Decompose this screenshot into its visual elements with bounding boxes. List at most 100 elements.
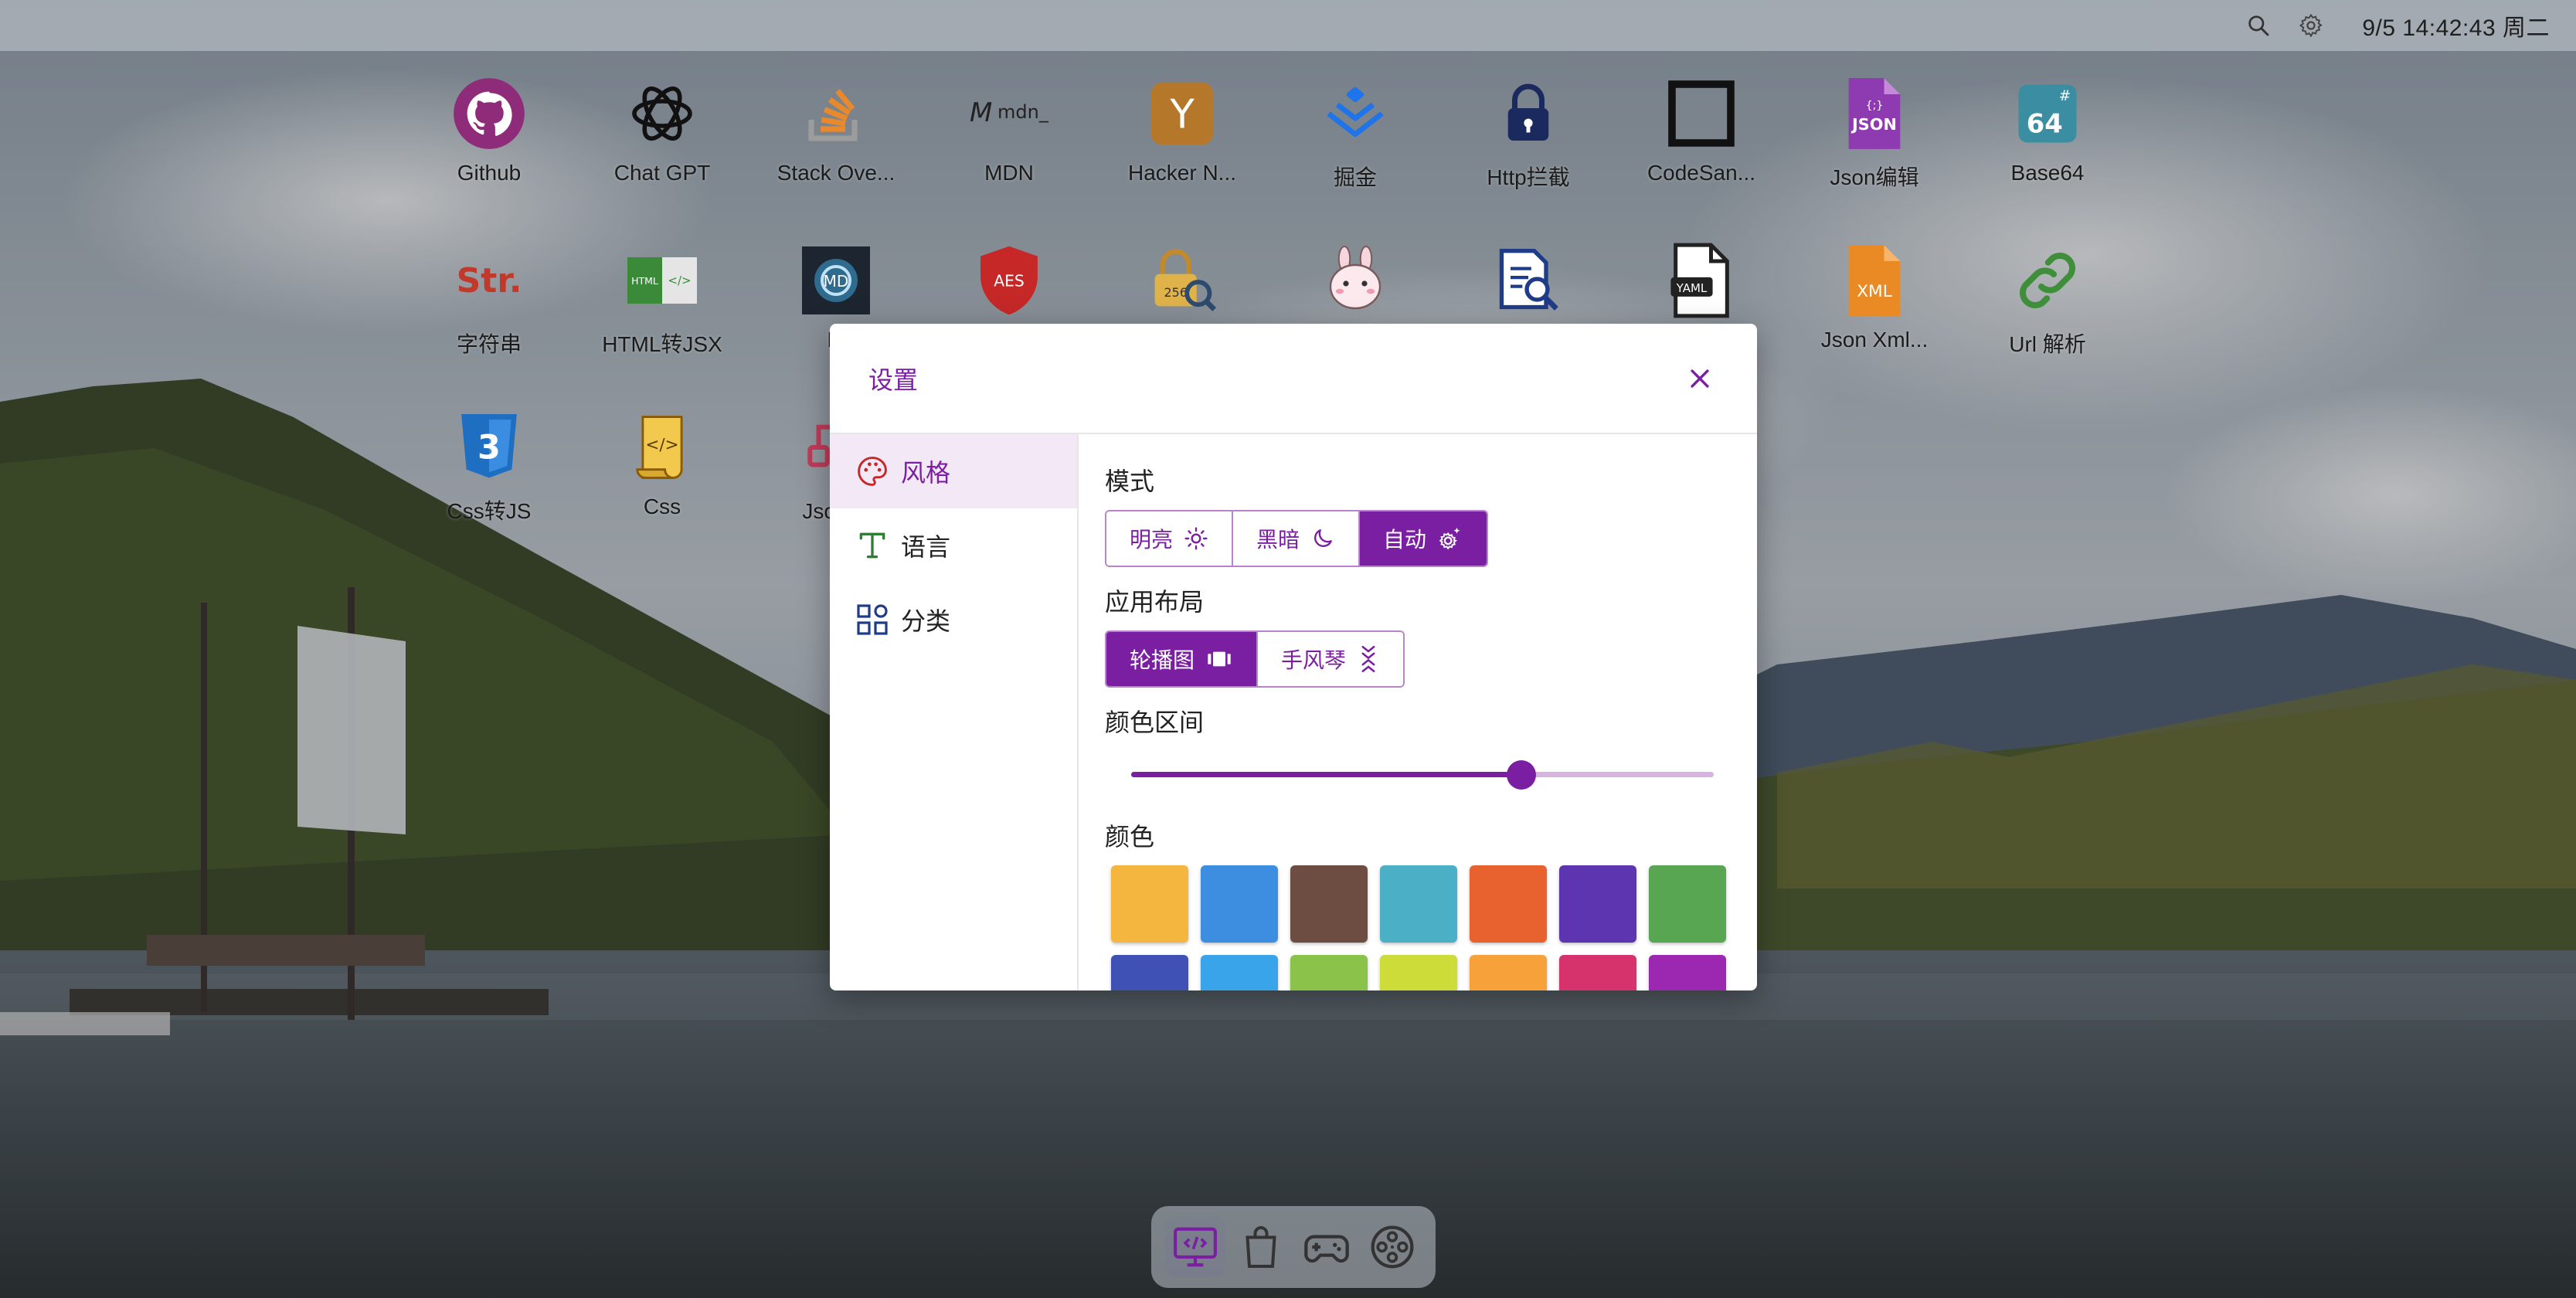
- app-label: Json Xml...: [1820, 328, 1929, 352]
- app-label: Hacker N...: [1127, 161, 1237, 185]
- gamepad-icon[interactable]: [1296, 1217, 1357, 1277]
- openai-icon: [620, 71, 705, 156]
- mode-auto-label: 自动: [1383, 528, 1427, 552]
- color-swatch[interactable]: [1111, 865, 1188, 943]
- settings-sidebar: 风格 语言 分类: [830, 434, 1079, 990]
- sidebar-item-style[interactable]: 风格: [830, 434, 1077, 508]
- app-string[interactable]: Str. 字符串: [403, 238, 576, 358]
- app-stackoverflow[interactable]: Stack Ove...: [749, 71, 923, 185]
- layout-accordion-button[interactable]: 手风琴: [1258, 632, 1404, 686]
- json-file-icon: JSON {;}: [1832, 71, 1917, 156]
- app-css[interactable]: </> Css: [576, 405, 749, 519]
- color-swatch[interactable]: [1380, 865, 1457, 943]
- text-t-icon: [853, 526, 892, 565]
- css-scroll-icon: </>: [620, 405, 705, 490]
- color-range-section-title: 颜色区间: [1105, 708, 1205, 736]
- svg-text:HTML: HTML: [631, 275, 658, 287]
- svg-text:3: 3: [477, 428, 501, 467]
- color-swatch[interactable]: [1470, 865, 1547, 943]
- color-swatch-grid: [1105, 865, 1731, 990]
- gear-icon[interactable]: [2296, 10, 2326, 41]
- color-range-slider[interactable]: [1105, 751, 1731, 797]
- svg-text:#: #: [2059, 88, 2071, 104]
- settings-dialog-header: 设置: [830, 324, 1757, 434]
- app-label: Url 解析: [2009, 332, 2086, 356]
- color-swatch[interactable]: [1559, 955, 1636, 990]
- sidebar-item-label: 语言: [901, 533, 951, 561]
- app-codesandbox[interactable]: CodeSan...: [1615, 71, 1788, 185]
- sidebar-item-label: 风格: [901, 459, 951, 487]
- svg-text:</>: </>: [645, 436, 678, 455]
- markdown-icon: MD: [794, 238, 878, 323]
- mode-light-button[interactable]: 明亮: [1106, 511, 1234, 566]
- code-monitor-icon[interactable]: [1164, 1217, 1225, 1277]
- svg-text:mdn_: mdn_: [997, 101, 1049, 123]
- app-rabbit[interactable]: [1269, 238, 1442, 328]
- hackernews-icon: Y: [1140, 71, 1225, 156]
- mode-toggle-group: 明亮 黑暗 自动: [1105, 510, 1489, 567]
- layout-carousel-button[interactable]: 轮播图: [1106, 632, 1259, 686]
- app-github[interactable]: Github: [403, 71, 576, 185]
- sidebar-item-language[interactable]: 语言: [830, 508, 1077, 583]
- app-doc-search[interactable]: [1442, 238, 1615, 328]
- carousel-icon: [1208, 651, 1231, 667]
- close-button[interactable]: [1681, 360, 1718, 397]
- app-juejin[interactable]: 掘金: [1269, 71, 1442, 192]
- layout-section-title: 应用布局: [1105, 588, 1205, 616]
- juejin-icon: [1313, 71, 1398, 156]
- search-icon[interactable]: [2243, 10, 2274, 41]
- app-sha256[interactable]: 256: [1096, 238, 1269, 328]
- app-chatgpt[interactable]: Chat GPT: [576, 71, 749, 185]
- slider-thumb[interactable]: [1507, 760, 1537, 790]
- app-aes[interactable]: AES: [923, 238, 1096, 328]
- html-jsx-icon: HTML </>: [620, 238, 705, 323]
- app-label: 字符串: [456, 332, 522, 356]
- app-label: Github: [457, 161, 522, 185]
- color-swatch[interactable]: [1111, 955, 1188, 990]
- color-swatch[interactable]: [1201, 955, 1278, 990]
- dock: [1151, 1206, 1436, 1288]
- svg-text:JSON: JSON: [1850, 115, 1897, 134]
- base64-icon: 64 #: [2005, 71, 2090, 156]
- css3-icon: 3: [447, 405, 532, 490]
- color-swatch[interactable]: [1559, 865, 1636, 943]
- color-swatch[interactable]: [1290, 865, 1368, 943]
- app-label: Chat GPT: [613, 161, 711, 185]
- color-section-title: 颜色: [1105, 823, 1155, 851]
- github-icon: [447, 71, 532, 156]
- app-json-editor[interactable]: JSON {;} Json编辑: [1788, 71, 1961, 192]
- color-swatch[interactable]: [1470, 955, 1547, 990]
- app-http-intercept[interactable]: Http拦截: [1442, 71, 1615, 192]
- app-json-xml[interactable]: XML Json Xml...: [1788, 238, 1961, 352]
- mode-auto-button[interactable]: 自动: [1360, 511, 1487, 566]
- palette-icon: [853, 452, 892, 491]
- color-swatch[interactable]: [1201, 865, 1278, 943]
- svg-text:{;}: {;}: [1866, 100, 1884, 112]
- lock-icon: [1486, 71, 1571, 156]
- app-mdn[interactable]: Mmdn_ MDN: [923, 71, 1096, 185]
- app-yaml[interactable]: YAML: [1615, 238, 1788, 328]
- sidebar-item-category[interactable]: 分类: [830, 583, 1077, 657]
- svg-text:MD: MD: [824, 272, 849, 291]
- color-swatch[interactable]: [1290, 955, 1368, 990]
- aes-shield-icon: AES: [967, 238, 1052, 323]
- app-css-to-js[interactable]: 3 Css转JS: [403, 405, 576, 525]
- app-hackernews[interactable]: Y Hacker N...: [1096, 71, 1269, 185]
- svg-text:Y: Y: [1169, 91, 1195, 138]
- yaml-file-icon: YAML: [1659, 238, 1744, 323]
- top-menu-bar: 9/5 14:42:43 周二: [0, 0, 2576, 51]
- grid-category-icon: [853, 600, 892, 639]
- film-reel-icon[interactable]: [1362, 1217, 1422, 1277]
- color-swatch[interactable]: [1380, 955, 1457, 990]
- shopping-bag-icon[interactable]: [1231, 1217, 1291, 1277]
- slider-fill: [1131, 772, 1522, 777]
- app-url-parse[interactable]: Url 解析: [1961, 238, 2134, 358]
- app-html-to-jsx[interactable]: HTML </> HTML转JSX: [576, 238, 749, 358]
- color-swatch[interactable]: [1649, 955, 1726, 990]
- clock-display: 9/5 14:42:43 周二: [2362, 15, 2550, 41]
- mode-dark-button[interactable]: 黑暗: [1233, 511, 1361, 566]
- app-base64[interactable]: 64 # Base64: [1961, 71, 2134, 185]
- color-swatch[interactable]: [1649, 865, 1726, 943]
- codesandbox-icon: [1659, 71, 1744, 156]
- app-label: Css转JS: [447, 499, 532, 523]
